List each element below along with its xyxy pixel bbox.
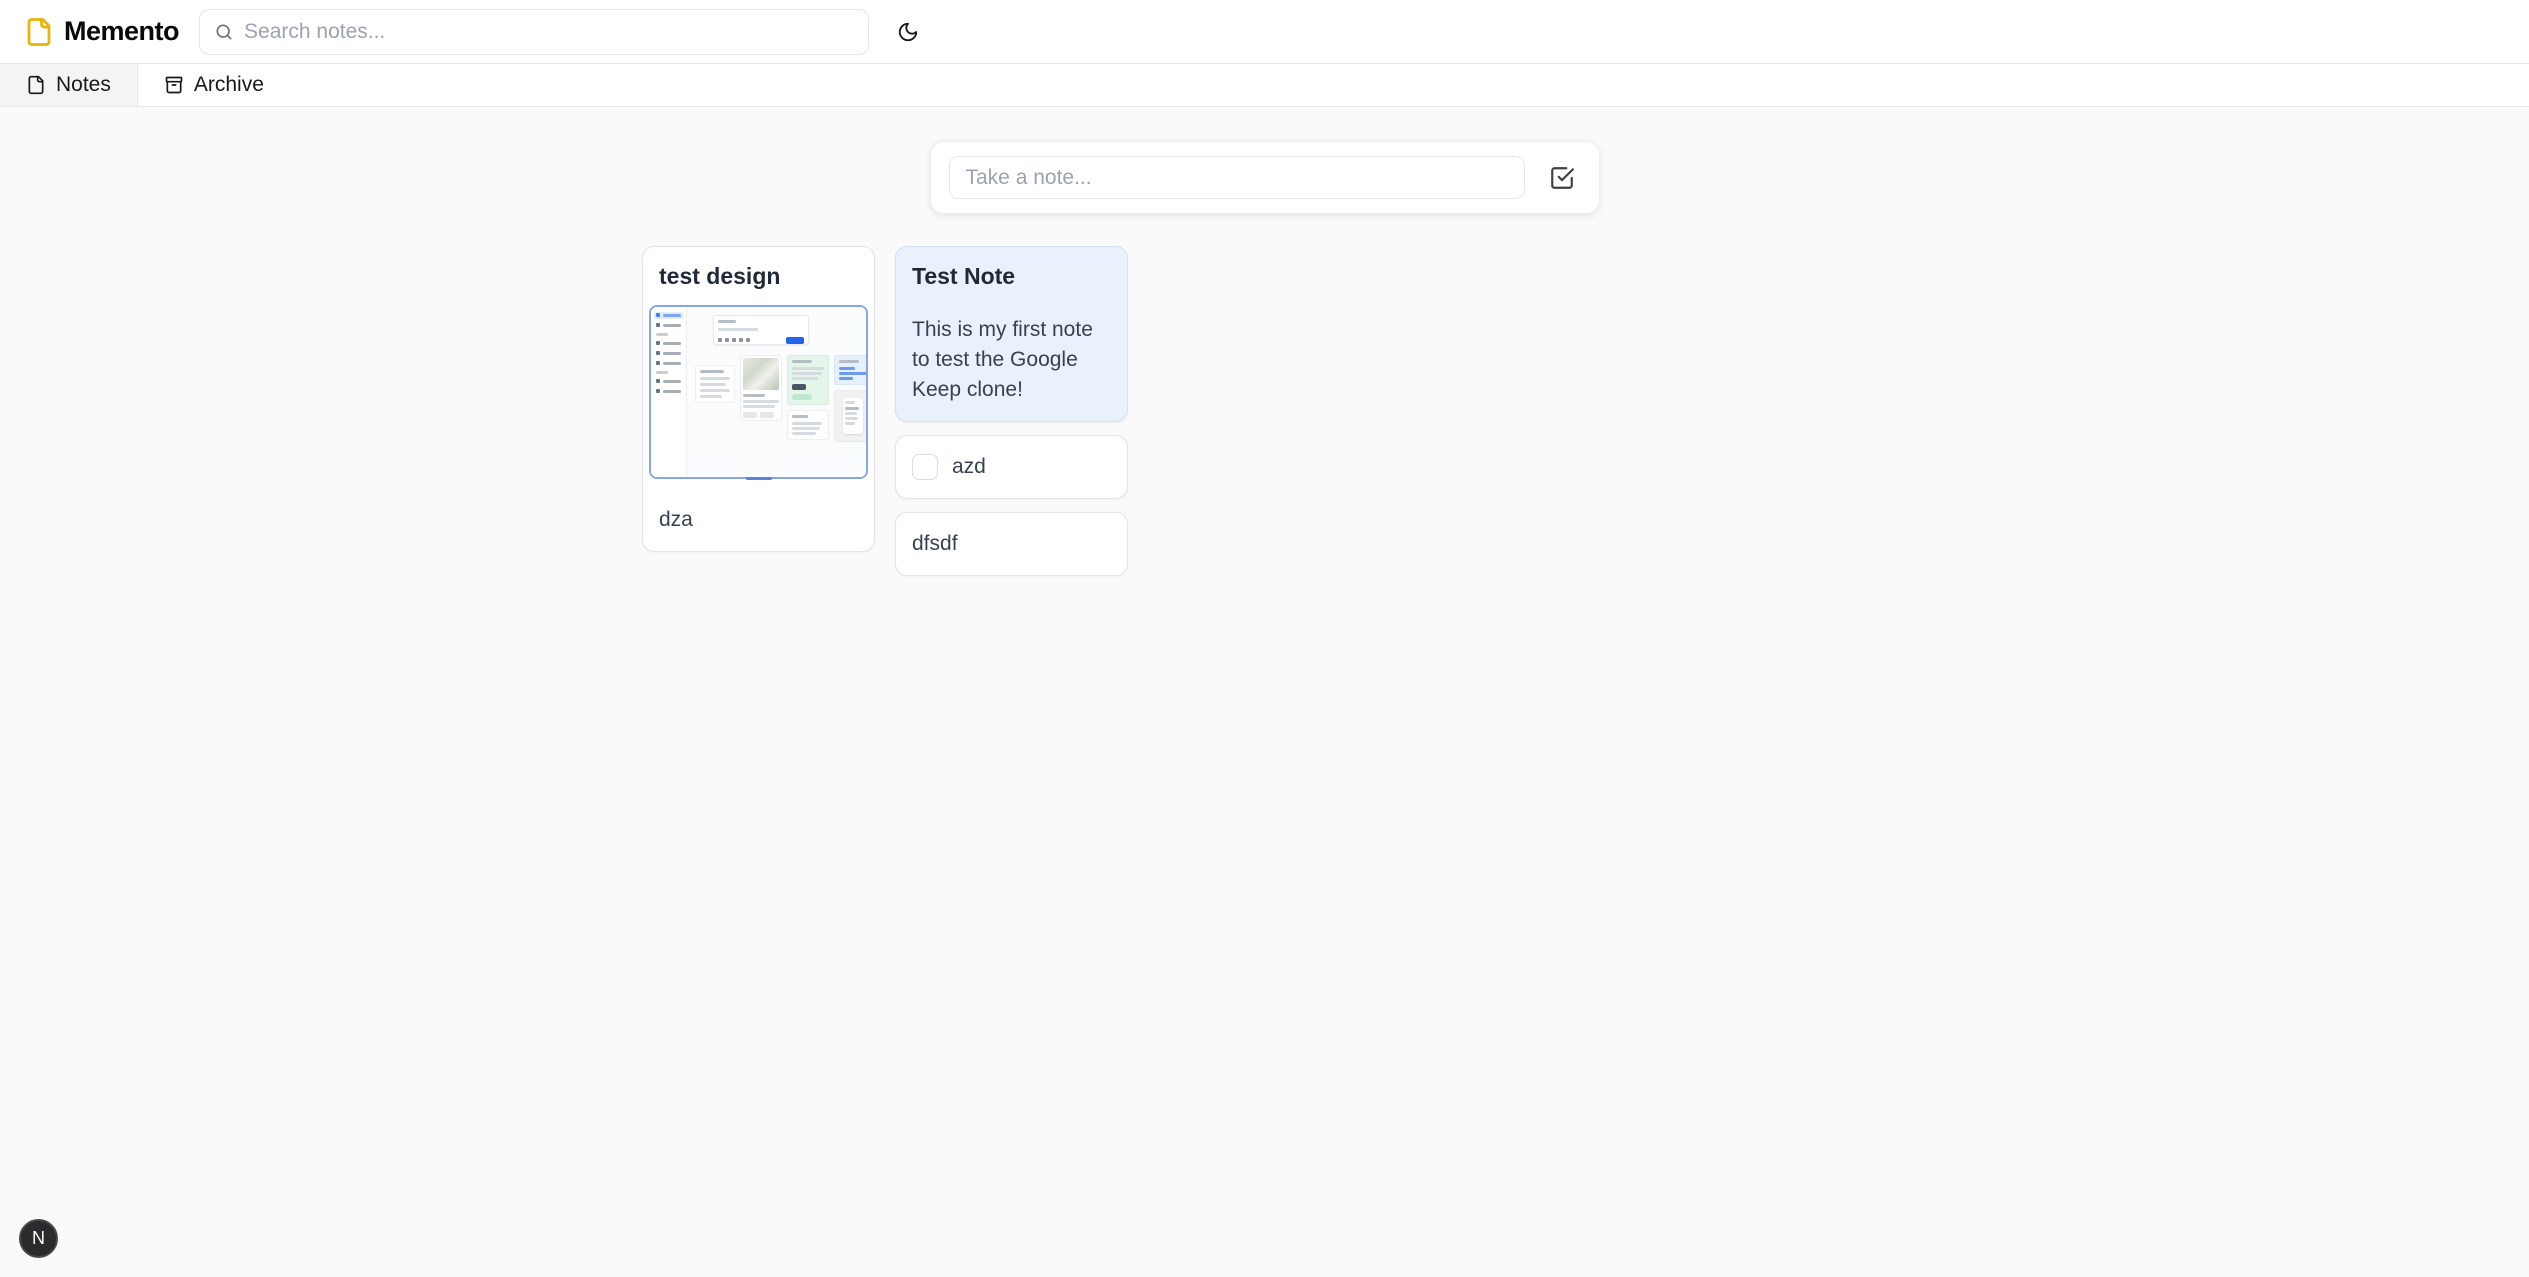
tab-notes-label: Notes (56, 73, 111, 97)
moon-icon (897, 21, 919, 43)
thumbnail-sidebar (651, 307, 687, 477)
search-icon (214, 22, 234, 42)
new-checklist-button[interactable] (1543, 159, 1581, 197)
notes-page: test design (642, 107, 1887, 576)
search-box[interactable] (199, 9, 869, 55)
tab-archive-label: Archive (194, 73, 264, 97)
note-body: azd (952, 452, 986, 482)
app-logo: Memento (24, 16, 179, 47)
note-card-azd[interactable]: azd (895, 435, 1128, 499)
note-title: Test Note (912, 263, 1111, 291)
note-title: test design (659, 263, 858, 291)
note-body: dfsdf (912, 529, 1111, 559)
note-file-icon (24, 17, 54, 47)
thumbnail-app-mockup (651, 307, 866, 477)
note-card-test-note[interactable]: Test Note This is my first note to test … (895, 246, 1128, 422)
note-card-dfsdf[interactable]: dfsdf (895, 512, 1128, 576)
tab-bar: Notes Archive (0, 64, 2529, 107)
app-title: Memento (64, 16, 179, 47)
thumbnail-handle (746, 477, 772, 480)
note-body: This is my first note to test the Google… (912, 315, 1111, 405)
checklist-icon (1549, 165, 1575, 191)
file-icon (26, 75, 46, 95)
avatar-initial: N (32, 1228, 45, 1249)
app-header: Memento (0, 0, 2529, 64)
tab-notes[interactable]: Notes (0, 64, 138, 106)
take-a-note-input[interactable] (949, 156, 1525, 199)
note-image-thumbnail[interactable] (649, 305, 868, 479)
archive-icon (164, 75, 184, 95)
user-avatar[interactable]: N (19, 1219, 58, 1258)
notes-column-2: Test Note This is my first note to test … (895, 246, 1128, 576)
note-card-test-design[interactable]: test design (642, 246, 875, 552)
note-item-checkbox[interactable] (912, 454, 938, 480)
notes-grid: test design (642, 246, 1887, 576)
take-a-note-card (930, 141, 1600, 214)
notes-column-1: test design (642, 246, 875, 552)
note-body: dza (659, 505, 858, 535)
thumbnail-main-area (687, 307, 866, 477)
tab-archive[interactable]: Archive (138, 64, 290, 106)
theme-toggle-button[interactable] (889, 13, 927, 51)
search-input[interactable] (244, 20, 854, 44)
